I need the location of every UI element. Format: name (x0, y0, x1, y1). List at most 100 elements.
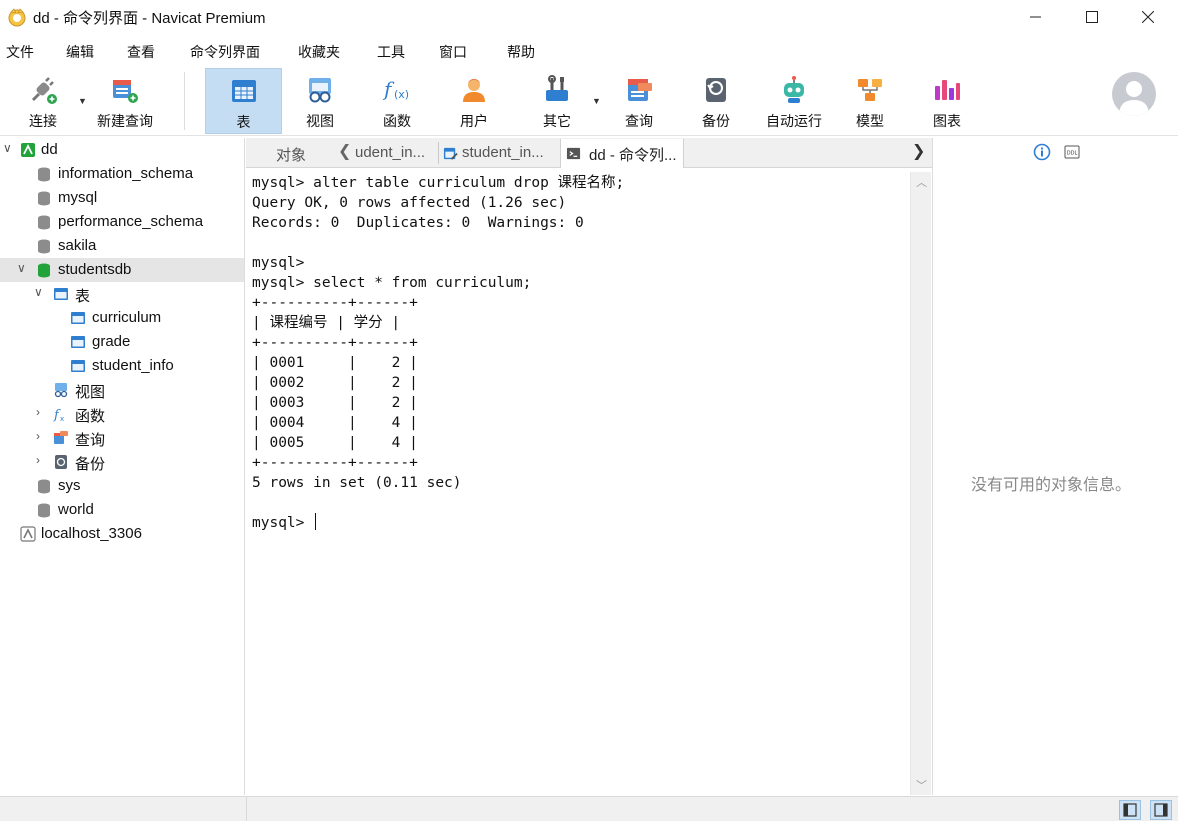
view-label: 视图 (306, 113, 334, 129)
table-label: 表 (236, 114, 251, 130)
maximize-icon (1086, 11, 1098, 23)
tree-folder-queries[interactable]: › 查询 (0, 426, 244, 450)
other-button[interactable]: 其它 (520, 68, 594, 134)
model-button[interactable]: 模型 (833, 68, 907, 134)
disconnected-connection-icon (20, 526, 36, 542)
collapse-arrow-icon[interactable]: ∨ (17, 261, 26, 275)
backup-button[interactable]: 备份 (679, 68, 753, 134)
query-icon (628, 79, 652, 101)
info-icon[interactable] (1033, 143, 1051, 161)
other-dropdown-icon[interactable]: ▼ (592, 96, 601, 106)
title-bar: dd - 命令列界面 - Navicat Premium (0, 0, 1178, 34)
collapse-arrow-icon[interactable]: ∨ (3, 141, 12, 155)
tree-db-studentsdb[interactable]: ∨ studentsdb (0, 258, 244, 282)
window-title: dd - 命令列界面 - Navicat Premium (33, 10, 266, 27)
minimize-button[interactable] (1008, 0, 1064, 34)
tree-label: curriculum (92, 309, 162, 326)
expand-arrow-icon[interactable]: › (36, 429, 40, 443)
avatar-icon (1119, 81, 1149, 116)
new-query-icon (113, 80, 138, 103)
layout-right-panel-button[interactable] (1150, 800, 1172, 820)
view-button[interactable]: 视图 (283, 68, 357, 134)
tree-db-information-schema[interactable]: information_schema (0, 162, 244, 186)
connect-button[interactable]: 连接 (10, 68, 76, 134)
menu-file[interactable]: 文件 (6, 42, 34, 62)
new-query-button[interactable]: 新建查询 (90, 68, 160, 134)
tree-db-mysql[interactable]: mysql (0, 186, 244, 210)
user-button[interactable]: 用户 (437, 68, 511, 134)
tree-folder-tables[interactable]: ∨ 表 (0, 282, 244, 306)
menu-favorites[interactable]: 收藏夹 (298, 42, 340, 62)
console-scrollbar[interactable]: ︿ ﹀ (910, 172, 931, 795)
chart-icon (935, 80, 960, 100)
tree-table-curriculum[interactable]: curriculum (0, 306, 244, 330)
model-label: 模型 (856, 113, 884, 129)
scroll-down-icon[interactable]: ﹀ (916, 777, 927, 793)
tab-label: udent_in... (355, 144, 426, 161)
console-text: mysql> alter table curriculum drop 课程名称;… (252, 175, 625, 531)
query-button[interactable]: 查询 (602, 68, 676, 134)
tree-db-performance-schema[interactable]: performance_schema (0, 210, 244, 234)
menu-tools[interactable]: 工具 (377, 42, 405, 62)
chart-label: 图表 (933, 113, 961, 129)
tab-console[interactable]: dd - 命令列... (560, 139, 684, 168)
table-button[interactable]: 表 (205, 68, 282, 134)
tree-table-student-info[interactable]: student_info (0, 354, 244, 378)
plug-icon (31, 77, 57, 104)
tab-scroll-right-icon[interactable]: ❯ (912, 141, 925, 161)
tree-label: world (58, 501, 94, 518)
menu-window[interactable]: 窗口 (439, 42, 467, 62)
tools-icon (546, 75, 568, 101)
menu-view[interactable]: 查看 (127, 42, 155, 62)
tree-connection-dd[interactable]: ∨ dd (0, 138, 244, 162)
tree-connection-localhost[interactable]: localhost_3306 (0, 522, 244, 546)
tree-folder-functions[interactable]: › fx 函数 (0, 402, 244, 426)
expand-arrow-icon[interactable]: › (36, 453, 40, 467)
function-icon: f (x) (382, 77, 409, 101)
maximize-button[interactable] (1064, 0, 1120, 34)
tree-db-world[interactable]: world (0, 498, 244, 522)
table-icon (71, 360, 85, 372)
menu-help[interactable]: 帮助 (507, 42, 535, 62)
editor-tab-bar: 对象 ❮ udent_in... student_in... dd - 命令列.… (246, 138, 932, 168)
function-icon: fx (53, 408, 64, 422)
tree-table-grade[interactable]: grade (0, 330, 244, 354)
tree-db-sakila[interactable]: sakila (0, 234, 244, 258)
minimize-icon (1030, 16, 1041, 18)
automation-label: 自动运行 (766, 113, 822, 129)
user-avatar[interactable] (1112, 72, 1156, 116)
menu-edit[interactable]: 编辑 (66, 42, 94, 62)
mysql-connection-icon (21, 143, 35, 157)
tab-scroll-left-icon[interactable]: ❮ (338, 141, 351, 161)
expand-arrow-icon[interactable]: › (36, 405, 40, 419)
tab-student-info-2[interactable]: student_in... (440, 139, 558, 168)
function-button[interactable]: f (x) 函数 (360, 68, 434, 134)
console-output[interactable]: mysql> alter table curriculum drop 课程名称;… (246, 172, 910, 795)
tree-folder-views[interactable]: 视图 (0, 378, 244, 402)
backup-icon (706, 78, 726, 102)
connection-tree: ∨ dd information_schema mysql performanc… (0, 138, 245, 795)
tree-db-sys[interactable]: sys (0, 474, 244, 498)
chart-button[interactable]: 图表 (910, 68, 984, 134)
ddl-label: DDL (1067, 151, 1078, 157)
status-bar (0, 796, 1178, 821)
svg-text:(x): (x) (394, 88, 409, 101)
tab-objects[interactable]: 对象 (246, 139, 336, 168)
close-button[interactable] (1120, 0, 1176, 34)
new-query-label: 新建查询 (97, 113, 153, 129)
scroll-up-icon[interactable]: ︿ (916, 174, 927, 190)
tree-folder-backups[interactable]: › 备份 (0, 450, 244, 474)
collapse-arrow-icon[interactable]: ∨ (34, 285, 43, 299)
tree-label: dd (41, 141, 58, 158)
connect-label: 连接 (29, 113, 57, 129)
ddl-icon[interactable]: DDL (1064, 144, 1080, 160)
tab-student-info-1[interactable]: udent_in... (351, 139, 437, 168)
menu-console[interactable]: 命令列界面 (190, 42, 260, 62)
menu-bar: 文件 编辑 查看 命令列界面 收藏夹 工具 窗口 帮助 (0, 38, 1178, 64)
model-icon (858, 79, 882, 101)
layout-left-panel-button[interactable] (1119, 800, 1141, 820)
connect-dropdown-icon[interactable]: ▼ (78, 96, 87, 106)
database-open-icon (38, 263, 50, 278)
view-icon (54, 383, 68, 398)
automation-button[interactable]: 自动运行 (756, 68, 832, 134)
